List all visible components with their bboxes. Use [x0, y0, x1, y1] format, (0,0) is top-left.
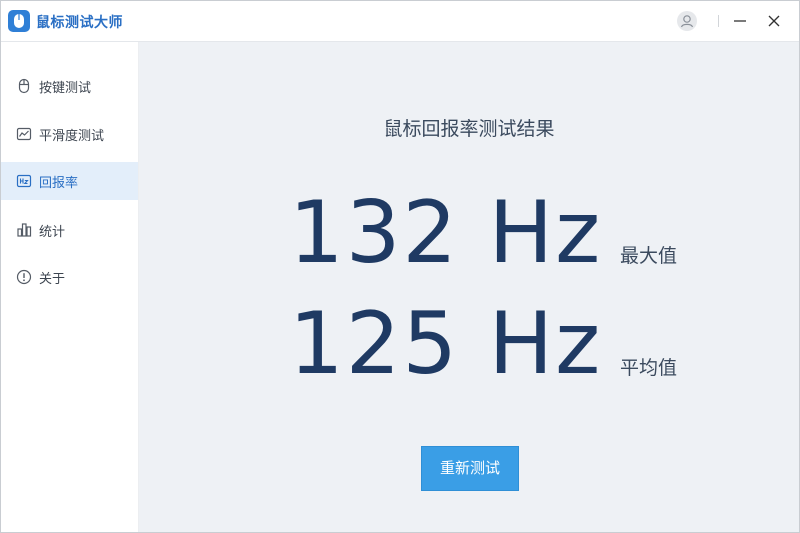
hz-icon: [16, 173, 32, 189]
app-title: 鼠标测试大师: [36, 15, 123, 31]
sidebar-item-smoothness-test[interactable]: 平滑度测试: [1, 115, 138, 153]
bar-chart-icon: [16, 222, 32, 238]
sidebar-item-label: 关于: [39, 272, 66, 287]
line-chart-icon: [16, 126, 32, 142]
max-rate-value: 132 Hz: [289, 183, 603, 283]
app-window: 鼠标测试大师 按键测试 平滑度测试 回报率 统计 关于 鼠标回报率测试结果 13…: [0, 0, 800, 533]
main-panel: 鼠标回报率测试结果 132 Hz 最大值 125 Hz 平均值 重新测试: [139, 42, 799, 532]
sidebar-item-label: 回报率: [39, 176, 79, 191]
average-rate-label: 平均值: [620, 357, 678, 379]
info-icon: [16, 269, 32, 285]
minimize-button[interactable]: [726, 7, 754, 35]
sidebar-item-statistics[interactable]: 统计: [1, 211, 138, 249]
sidebar-item-button-test[interactable]: 按键测试: [1, 67, 138, 105]
close-button[interactable]: [760, 7, 788, 35]
retest-button[interactable]: 重新测试: [421, 446, 519, 491]
mouse-icon: [16, 78, 32, 94]
page-title: 鼠标回报率测试结果: [383, 118, 555, 140]
title-bar: 鼠标测试大师: [1, 1, 799, 42]
sidebar-item-label: 平滑度测试: [39, 129, 105, 144]
close-icon: [768, 15, 780, 27]
title-separator: [718, 15, 719, 27]
max-rate-label: 最大值: [620, 245, 678, 267]
mouse-logo-icon: [8, 10, 30, 32]
sidebar-item-polling-rate[interactable]: 回报率: [1, 162, 138, 200]
minimize-icon: [734, 20, 746, 22]
sidebar-item-about[interactable]: 关于: [1, 258, 138, 296]
sidebar-item-label: 按键测试: [39, 81, 92, 96]
user-icon[interactable]: [677, 11, 697, 31]
average-rate-value: 125 Hz: [289, 294, 603, 394]
sidebar: 按键测试 平滑度测试 回报率 统计 关于: [1, 42, 139, 532]
sidebar-item-label: 统计: [39, 225, 66, 240]
